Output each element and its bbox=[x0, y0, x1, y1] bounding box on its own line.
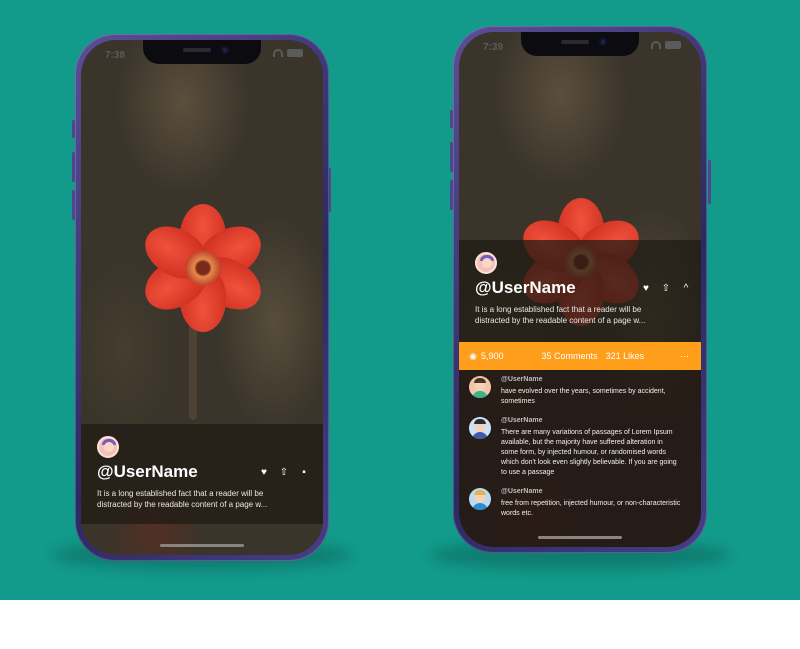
status-icons bbox=[651, 41, 681, 49]
camera-icon bbox=[599, 38, 607, 46]
comments-count[interactable]: 35 Comments bbox=[542, 351, 598, 361]
list-item: @UserName There are many variations of p… bbox=[469, 417, 691, 478]
post-description: It is a long established fact that a rea… bbox=[97, 489, 268, 509]
notch bbox=[521, 32, 639, 56]
left-phone: 7:38 @UserName ♥ ⇧ ▪ It is a long establ… bbox=[75, 34, 329, 561]
flower-image bbox=[136, 204, 270, 332]
comment-username[interactable]: @UserName bbox=[501, 376, 681, 383]
avatar[interactable] bbox=[469, 488, 491, 510]
left-phone-screen: 7:38 @UserName ♥ ⇧ ▪ It is a long establ… bbox=[81, 40, 323, 555]
share-icon[interactable]: ⇧ bbox=[661, 284, 671, 294]
stats-bar: ◉ 5,900 35 Comments 321 Likes ··· bbox=[459, 342, 701, 370]
chevron-up-icon[interactable]: ^ bbox=[681, 284, 691, 294]
right-phone-power-button bbox=[708, 160, 711, 204]
right-phone: 7:39 @UserName ♥ ⇧ ^ It is a long establ… bbox=[453, 26, 707, 553]
right-phone-screen: 7:39 @UserName ♥ ⇧ ^ It is a long establ… bbox=[459, 32, 701, 547]
camera-icon bbox=[221, 46, 229, 54]
post-info-panel: @UserName ♥ ⇧ ▪ It is a long established… bbox=[81, 424, 323, 524]
home-indicator[interactable] bbox=[160, 544, 244, 547]
post-description: It is a long established fact that a rea… bbox=[475, 305, 646, 325]
list-item: @UserName free from repetition, injected… bbox=[469, 488, 691, 519]
comment-text: free from repetition, injected humour, o… bbox=[501, 500, 681, 517]
comments-list: @UserName have evolved over the years, s… bbox=[459, 370, 701, 547]
avatar[interactable] bbox=[97, 436, 119, 458]
comment-username[interactable]: @UserName bbox=[501, 417, 681, 424]
home-indicator[interactable] bbox=[538, 536, 622, 539]
heart-icon[interactable]: ♥ bbox=[641, 284, 651, 294]
avatar[interactable] bbox=[469, 376, 491, 398]
status-time: 7:38 bbox=[105, 50, 126, 61]
post-actions: ♥ ⇧ ^ bbox=[641, 284, 691, 294]
eye-icon: ◉ bbox=[469, 351, 477, 361]
wifi-icon bbox=[273, 49, 283, 57]
battery-icon bbox=[287, 49, 303, 57]
avatar[interactable] bbox=[475, 252, 497, 274]
avatar[interactable] bbox=[469, 417, 491, 439]
showcase-background: 7:38 @UserName ♥ ⇧ ▪ It is a long establ… bbox=[0, 0, 800, 600]
comment-username[interactable]: @UserName bbox=[501, 488, 681, 495]
status-icons bbox=[273, 49, 303, 57]
view-count: 5,900 bbox=[481, 351, 504, 361]
comment-text: have evolved over the years, sometimes b… bbox=[501, 388, 666, 405]
more-icon[interactable]: ··· bbox=[680, 351, 689, 361]
battery-icon bbox=[665, 41, 681, 49]
status-time: 7:39 bbox=[483, 42, 504, 53]
post-info-panel: @UserName ♥ ⇧ ^ It is a long established… bbox=[459, 240, 701, 342]
wifi-icon bbox=[651, 41, 661, 49]
comment-icon[interactable]: ▪ bbox=[299, 468, 309, 478]
likes-count[interactable]: 321 Likes bbox=[606, 351, 645, 361]
share-icon[interactable]: ⇧ bbox=[279, 468, 289, 478]
list-item: @UserName have evolved over the years, s… bbox=[469, 376, 691, 407]
post-actions: ♥ ⇧ ▪ bbox=[259, 468, 309, 478]
comment-text: There are many variations of passages of… bbox=[501, 429, 677, 476]
heart-icon[interactable]: ♥ bbox=[259, 468, 269, 478]
notch bbox=[143, 40, 261, 64]
